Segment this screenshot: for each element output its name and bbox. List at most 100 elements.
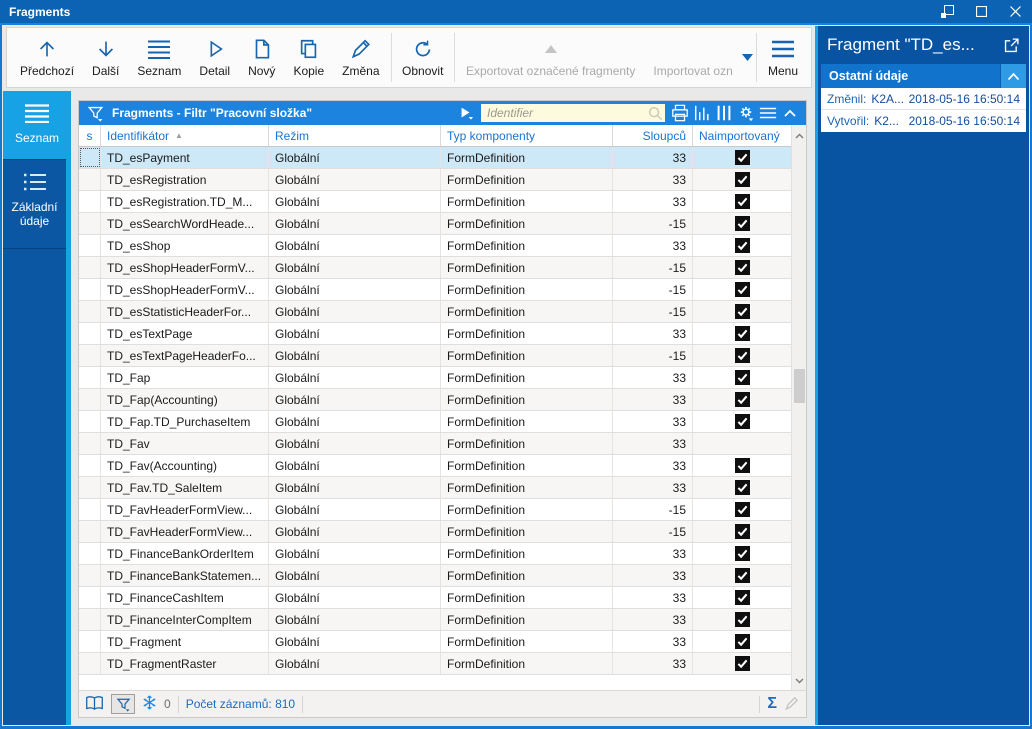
imported-checkbox[interactable]: [735, 634, 750, 649]
row-selector-cell[interactable]: [79, 587, 101, 608]
next-button[interactable]: Další: [83, 30, 128, 85]
maximize-window-button[interactable]: [964, 0, 998, 23]
row-selector-cell[interactable]: [79, 411, 101, 432]
table-row[interactable]: TD_esTextPageHeaderFo... Globální FormDe…: [79, 345, 793, 367]
search-input[interactable]: [481, 104, 665, 122]
imported-checkbox[interactable]: [735, 502, 750, 517]
column-header-columns[interactable]: Sloupců: [613, 125, 693, 146]
edit-button[interactable]: Změna: [333, 30, 388, 85]
row-selector-cell[interactable]: [79, 169, 101, 190]
table-row[interactable]: TD_Fap Globální FormDefinition 33: [79, 367, 793, 389]
table-row[interactable]: TD_Fav Globální FormDefinition 33: [79, 433, 793, 455]
table-row[interactable]: TD_Fap(Accounting) Globální FormDefiniti…: [79, 389, 793, 411]
table-menu-icon[interactable]: [757, 102, 779, 124]
row-selector-cell[interactable]: [79, 455, 101, 476]
table-row[interactable]: TD_esTextPage Globální FormDefinition 33: [79, 323, 793, 345]
row-selector-cell[interactable]: [79, 367, 101, 388]
sidebar-tab-seznam[interactable]: Seznam: [3, 91, 71, 159]
table-row[interactable]: TD_FinanceCashItem Globální FormDefiniti…: [79, 587, 793, 609]
row-selector-cell[interactable]: [79, 653, 101, 674]
freeze-snowflake-icon[interactable]: [142, 695, 157, 713]
section-collapse-icon[interactable]: [1000, 64, 1026, 88]
imported-checkbox[interactable]: [735, 326, 750, 341]
imported-checkbox[interactable]: [735, 260, 750, 275]
imported-checkbox[interactable]: [735, 656, 750, 671]
column-header-imported[interactable]: Naimportovaný: [693, 125, 793, 146]
imported-checkbox[interactable]: [735, 480, 750, 495]
row-selector-cell[interactable]: [79, 301, 101, 322]
table-row[interactable]: TD_esSearchWordHeade... Globální FormDef…: [79, 213, 793, 235]
previous-button[interactable]: Předchozí: [11, 30, 83, 85]
row-selector-cell[interactable]: [79, 345, 101, 366]
table-row[interactable]: TD_Fav(Accounting) Globální FormDefiniti…: [79, 455, 793, 477]
imported-checkbox[interactable]: [735, 568, 750, 583]
print-icon[interactable]: [669, 102, 691, 124]
chart-icon[interactable]: [691, 102, 713, 124]
row-selector-cell[interactable]: [79, 521, 101, 542]
imported-checkbox[interactable]: [735, 370, 750, 385]
scroll-down-icon[interactable]: [792, 671, 807, 691]
row-selector-cell[interactable]: [79, 257, 101, 278]
row-selector-cell[interactable]: [79, 147, 101, 168]
table-row[interactable]: TD_Fav.TD_SaleItem Globální FormDefiniti…: [79, 477, 793, 499]
row-selector-cell[interactable]: [79, 235, 101, 256]
table-row[interactable]: TD_esRegistration.TD_M... Globální FormD…: [79, 191, 793, 213]
table-row[interactable]: TD_esShop Globální FormDefinition 33: [79, 235, 793, 257]
table-row[interactable]: TD_esShopHeaderFormV... Globální FormDef…: [79, 279, 793, 301]
vertical-scrollbar[interactable]: [791, 125, 806, 691]
settings-gear-icon[interactable]: [735, 102, 757, 124]
imported-checkbox[interactable]: [735, 238, 750, 253]
other-data-section-header[interactable]: Ostatní údaje: [821, 64, 1026, 88]
imported-checkbox[interactable]: [735, 546, 750, 561]
filter-toggle-button[interactable]: [111, 694, 135, 714]
play-dropdown-icon[interactable]: [455, 102, 477, 124]
open-external-icon[interactable]: [1003, 37, 1020, 54]
imported-checkbox[interactable]: [735, 590, 750, 605]
row-selector-cell[interactable]: [79, 609, 101, 630]
imported-checkbox[interactable]: [735, 194, 750, 209]
imported-checkbox[interactable]: [735, 524, 750, 539]
book-view-icon[interactable]: [85, 695, 104, 714]
row-selector-cell[interactable]: [79, 499, 101, 520]
filter-funnel-icon[interactable]: [84, 102, 106, 124]
imported-checkbox[interactable]: [735, 282, 750, 297]
close-window-button[interactable]: [998, 0, 1032, 23]
menu-button[interactable]: Menu: [759, 30, 807, 85]
table-row[interactable]: TD_esRegistration Globální FormDefinitio…: [79, 169, 793, 191]
row-selector-cell[interactable]: [79, 565, 101, 586]
export-selected-button[interactable]: Exportovat označené fragmenty: [457, 30, 644, 85]
row-selector-cell[interactable]: [79, 389, 101, 410]
imported-checkbox[interactable]: [735, 458, 750, 473]
collapse-panel-icon[interactable]: [779, 102, 801, 124]
table-row[interactable]: TD_FinanceBankOrderItem Globální FormDef…: [79, 543, 793, 565]
table-row[interactable]: TD_FinanceInterCompItem Globální FormDef…: [79, 609, 793, 631]
row-selector-cell[interactable]: [79, 631, 101, 652]
table-row[interactable]: TD_FavHeaderFormView... Globální FormDef…: [79, 499, 793, 521]
toolbar-overflow-dropdown[interactable]: [742, 30, 754, 85]
row-selector-cell[interactable]: [79, 323, 101, 344]
row-selector-cell[interactable]: [79, 191, 101, 212]
imported-checkbox[interactable]: [735, 150, 750, 165]
column-header-selector[interactable]: s: [79, 125, 101, 146]
row-selector-cell[interactable]: [79, 279, 101, 300]
copy-button[interactable]: Kopie: [284, 30, 333, 85]
imported-checkbox[interactable]: [735, 216, 750, 231]
restore-window-button[interactable]: [930, 0, 964, 23]
table-row[interactable]: TD_FinanceBankStatemen... Globální FormD…: [79, 565, 793, 587]
row-selector-cell[interactable]: [79, 543, 101, 564]
new-button[interactable]: Nový: [239, 30, 284, 85]
list-view-button[interactable]: Seznam: [128, 30, 190, 85]
table-row[interactable]: TD_esShopHeaderFormV... Globální FormDef…: [79, 257, 793, 279]
imported-checkbox[interactable]: [735, 172, 750, 187]
imported-checkbox[interactable]: [735, 612, 750, 627]
table-row[interactable]: TD_Fap.TD_PurchaseItem Globální FormDefi…: [79, 411, 793, 433]
imported-checkbox[interactable]: [735, 392, 750, 407]
row-selector-cell[interactable]: [79, 477, 101, 498]
scrollbar-thumb[interactable]: [794, 369, 805, 403]
table-row[interactable]: TD_esStatisticHeaderFor... Globální Form…: [79, 301, 793, 323]
column-header-identifier[interactable]: Identifikátor ▲: [101, 125, 269, 146]
column-header-mode[interactable]: Režim: [269, 125, 441, 146]
column-header-component-type[interactable]: Typ komponenty: [441, 125, 613, 146]
row-selector-cell[interactable]: [79, 433, 101, 454]
columns-icon[interactable]: [713, 102, 735, 124]
